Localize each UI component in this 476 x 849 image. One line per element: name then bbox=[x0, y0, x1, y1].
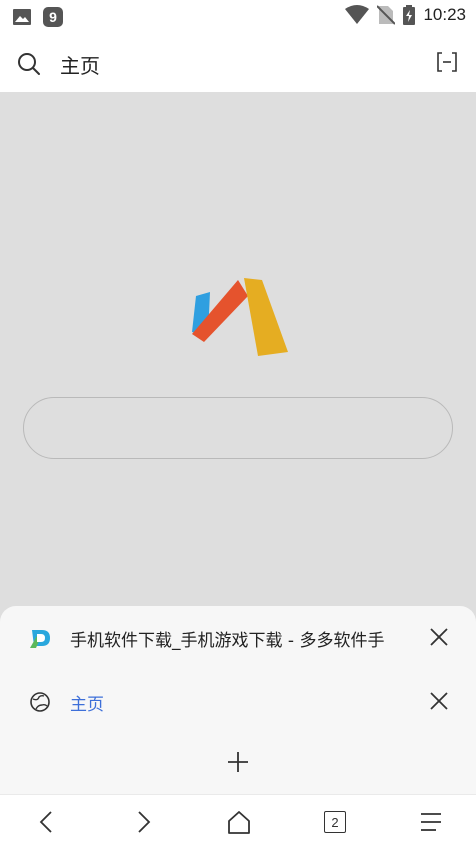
home-page bbox=[0, 92, 476, 606]
top-bar: 主页 bbox=[0, 34, 476, 92]
wifi-icon bbox=[345, 5, 370, 24]
status-bar: 9 10:23 bbox=[0, 0, 476, 34]
menu-icon[interactable] bbox=[418, 809, 444, 835]
expand-icon[interactable] bbox=[436, 51, 458, 73]
globe-icon bbox=[30, 692, 50, 712]
no-sim-icon bbox=[377, 5, 396, 25]
tab-count: 2 bbox=[324, 811, 346, 833]
tab-switcher-panel: 手机软件下载_手机游戏下载 - 多多软件手 主页 bbox=[0, 606, 476, 794]
site-favicon-icon bbox=[30, 630, 50, 648]
bottom-nav: 2 bbox=[0, 794, 476, 849]
page-title: 主页 bbox=[60, 54, 100, 78]
app-icon: 9 bbox=[43, 7, 63, 27]
via-browser-logo bbox=[192, 278, 288, 356]
tabs-icon[interactable]: 2 bbox=[324, 811, 346, 833]
close-icon[interactable] bbox=[428, 626, 450, 648]
search-input[interactable] bbox=[23, 397, 453, 459]
svg-text:9: 9 bbox=[49, 9, 57, 25]
clock: 10:23 bbox=[423, 5, 466, 24]
battery-charging-icon bbox=[403, 5, 416, 25]
home-icon[interactable] bbox=[226, 809, 252, 835]
tab-title: 主页 bbox=[70, 695, 104, 715]
image-icon bbox=[13, 9, 31, 25]
tab-item[interactable]: 手机软件下载_手机游戏下载 - 多多软件手 bbox=[0, 606, 476, 670]
tab-item-active[interactable]: 主页 bbox=[0, 670, 476, 734]
back-icon[interactable] bbox=[34, 809, 60, 835]
search-icon[interactable] bbox=[16, 51, 42, 77]
tab-title: 手机软件下载_手机游戏下载 - 多多软件手 bbox=[70, 631, 385, 651]
plus-icon[interactable] bbox=[226, 750, 250, 774]
forward-icon[interactable] bbox=[130, 809, 156, 835]
close-icon[interactable] bbox=[428, 690, 450, 712]
